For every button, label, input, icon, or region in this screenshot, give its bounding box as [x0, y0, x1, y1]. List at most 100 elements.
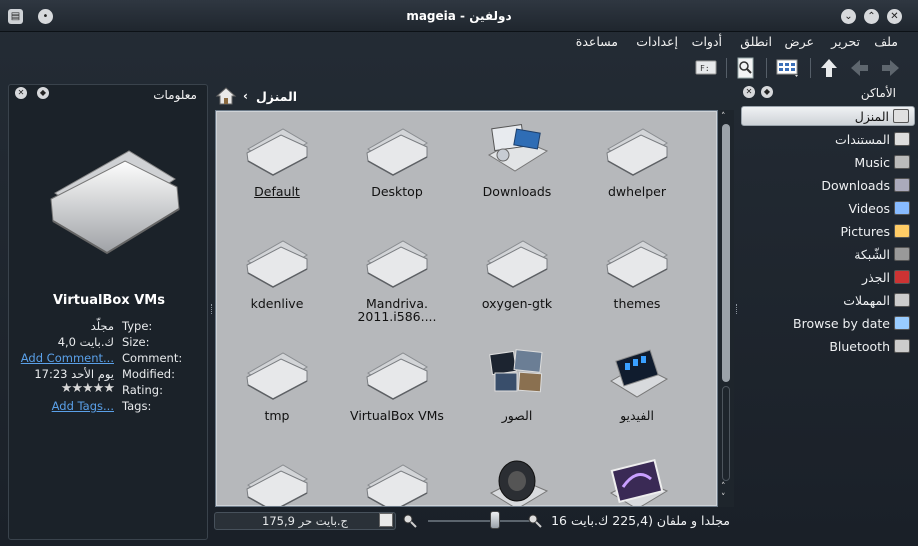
- file-item[interactable]: Mandriva. 2011.i586....: [337, 227, 457, 339]
- places-item-label: Bluetooth: [829, 338, 890, 354]
- file-item[interactable]: Desktop: [337, 115, 457, 227]
- scroll-up-icon[interactable]: ˄: [721, 112, 726, 122]
- places-item[interactable]: Videos: [848, 198, 910, 218]
- file-item-label: Desktop: [371, 184, 423, 199]
- file-item[interactable]: kdenlive: [217, 227, 337, 339]
- window-menu-icon[interactable]: ▤: [8, 9, 23, 24]
- file-item-label: oxygen-gtk: [481, 296, 553, 311]
- info-label-modified: Modified:: [122, 367, 175, 381]
- menu-settings[interactable]: إعدادات: [636, 34, 678, 49]
- terminal-button[interactable]: F:: [694, 56, 718, 80]
- network-icon: [894, 247, 910, 261]
- rating-stars[interactable]: ★★★★★: [61, 381, 115, 396]
- folder-icon: [246, 240, 308, 288]
- folder-preview-icon: [50, 150, 180, 255]
- item-count: 16 مجلدا و ملفان (225,4 ك.بايت: [551, 513, 730, 528]
- scrollbar-thumb[interactable]: [722, 124, 730, 382]
- vertical-scrollbar[interactable]: ˄ ˄ ˅: [718, 110, 734, 507]
- places-item[interactable]: المستندات: [835, 129, 910, 149]
- file-item[interactable]: tmp: [217, 339, 337, 451]
- info-value-modified: يوم الأحد 17:23: [34, 367, 114, 381]
- home-crumb-icon[interactable]: [215, 86, 237, 106]
- file-item[interactable]: Downloads: [457, 115, 577, 227]
- pin-panel-icon[interactable]: ◆: [37, 87, 49, 99]
- window-title: mageia - دولفين: [406, 8, 512, 23]
- places-item[interactable]: Bluetooth: [829, 336, 910, 356]
- file-item[interactable]: themes: [577, 227, 697, 339]
- menu-edit[interactable]: تحرير: [831, 34, 860, 49]
- forward-arrow-icon: [882, 60, 899, 76]
- file-item[interactable]: dwhelper: [577, 115, 697, 227]
- downloads-folder-icon: [487, 124, 549, 172]
- scrollbar-track[interactable]: [722, 386, 730, 481]
- information-panel: ✕ ◆ معلومات VirtualBox VMs Type: مجلّد S…: [8, 84, 208, 540]
- places-item[interactable]: المهملات: [843, 290, 910, 310]
- back-button[interactable]: [848, 56, 872, 80]
- title-bar[interactable]: ▤ • mageia - دولفين ⌄ ⌃ ✕: [0, 0, 918, 32]
- breadcrumb: ‹ المنزل: [214, 84, 734, 108]
- file-item[interactable]: [217, 451, 337, 506]
- file-item[interactable]: VirtualBox VMs: [337, 339, 457, 451]
- places-item[interactable]: الشّبكة: [854, 244, 910, 264]
- menu-help[interactable]: مساعدة: [576, 34, 618, 49]
- places-item-label: المنزل: [854, 108, 889, 124]
- places-item[interactable]: Pictures: [841, 221, 910, 241]
- places-item[interactable]: الجذر: [862, 267, 910, 287]
- forward-button[interactable]: [878, 56, 902, 80]
- file-view[interactable]: Default Desktop Downloads dwhelper kdenlive M…: [215, 110, 718, 507]
- breadcrumb-current[interactable]: المنزل: [256, 89, 297, 104]
- places-item[interactable]: Music: [854, 152, 910, 172]
- view-mode-button[interactable]: [776, 56, 800, 80]
- bluetooth-icon: [894, 339, 910, 353]
- documents-icon: [894, 132, 910, 146]
- file-item[interactable]: الفيديو: [577, 339, 697, 451]
- videos-icon: [894, 201, 910, 215]
- close-panel-icon[interactable]: ✕: [743, 86, 755, 98]
- file-item[interactable]: Default: [217, 115, 337, 227]
- scroll-down-icon[interactable]: ˅: [721, 493, 726, 503]
- folder-icon: [366, 464, 428, 506]
- file-item-label: tmp: [264, 408, 290, 423]
- selected-item-name: VirtualBox VMs: [53, 293, 165, 308]
- places-item[interactable]: Downloads: [821, 175, 910, 195]
- file-item-label: Mandriva. 2011.i586....: [357, 296, 437, 324]
- up-button[interactable]: [817, 56, 841, 80]
- icons-view-icon: [776, 59, 798, 77]
- free-space-text: 175,9 ج.بايت حر: [262, 514, 348, 528]
- file-item[interactable]: [577, 451, 697, 506]
- file-item[interactable]: [457, 451, 577, 506]
- scroll-up-icon[interactable]: ˄: [721, 482, 726, 492]
- panel-title: الأماكن: [860, 86, 896, 100]
- file-item[interactable]: [337, 451, 457, 506]
- zoom-out-icon[interactable]: [402, 513, 418, 529]
- file-item[interactable]: oxygen-gtk: [457, 227, 577, 339]
- zoom-slider[interactable]: [428, 520, 532, 522]
- menu-view[interactable]: عرض: [785, 34, 814, 49]
- places-item[interactable]: Browse by date: [793, 313, 910, 333]
- maximize-icon[interactable]: ⌃: [864, 9, 879, 24]
- add-comment-link[interactable]: Add Comment...: [21, 351, 114, 365]
- menu-go[interactable]: انطلق: [740, 34, 772, 49]
- minimize-icon[interactable]: ⌄: [841, 9, 856, 24]
- places-item-label: الشّبكة: [854, 246, 890, 262]
- menu-tools[interactable]: أدوات: [692, 34, 722, 49]
- add-tags-link[interactable]: Add Tags...: [52, 399, 114, 413]
- preview-button[interactable]: [734, 56, 758, 80]
- file-item[interactable]: الصور: [457, 339, 577, 451]
- places-panel: ✕ ◆ الأماكن المنزل المستندات Music Download…: [738, 84, 918, 540]
- menu-file[interactable]: ملف: [874, 34, 898, 49]
- splitter-handle[interactable]: [211, 304, 214, 314]
- places-item[interactable]: المنزل: [741, 106, 915, 126]
- zoom-slider-handle[interactable]: [490, 511, 500, 529]
- pin-icon[interactable]: •: [38, 9, 53, 24]
- music-icon: [894, 155, 910, 169]
- folder-icon: [606, 128, 668, 176]
- places-item-label: Browse by date: [793, 315, 890, 331]
- folder-icon: [246, 464, 308, 506]
- file-item-label: VirtualBox VMs: [350, 408, 444, 423]
- pin-panel-icon[interactable]: ◆: [761, 86, 773, 98]
- zoom-in-icon[interactable]: [527, 513, 543, 529]
- close-panel-icon[interactable]: ✕: [15, 87, 27, 99]
- close-icon[interactable]: ✕: [887, 9, 902, 24]
- info-label-tags: Tags:: [122, 399, 152, 413]
